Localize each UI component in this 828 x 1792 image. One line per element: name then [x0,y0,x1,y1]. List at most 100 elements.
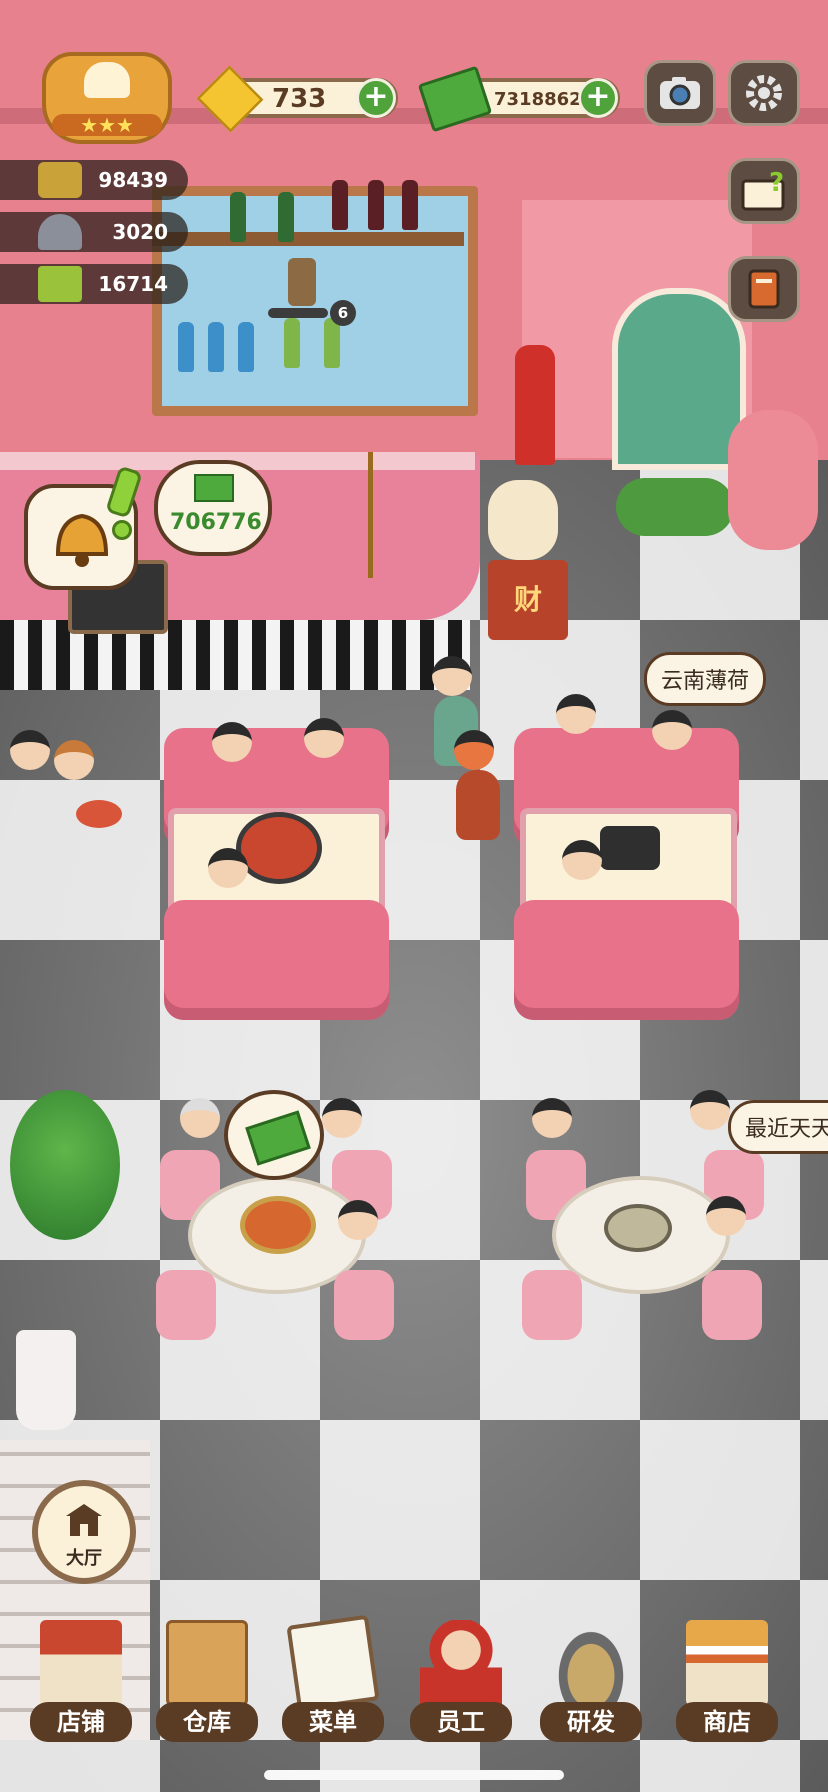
cash-stack-icon [245,1110,311,1166]
nav-label: 菜单 [282,1702,384,1742]
waiter-body [456,770,500,840]
shop-building-icon [40,1620,122,1706]
nav-research[interactable]: 研发 [536,1620,646,1742]
waitress[interactable] [54,740,94,780]
customer[interactable] [562,840,602,880]
customer[interactable] [322,1098,362,1138]
nav-menu[interactable]: 菜单 [278,1614,388,1742]
exclamation-icon [105,465,143,540]
nav-label: 商店 [676,1702,778,1742]
chef-rank-badge[interactable]: ★★★ [42,52,172,144]
wok-research-icon [550,1620,632,1706]
counter-cash-value: 706776 [170,510,262,535]
hall-label: 大厅 [66,1548,102,1569]
customer[interactable] [212,722,252,762]
wine-bottle-icon [332,180,348,230]
stat-served: 3020 [0,212,188,252]
nav-label: 店铺 [30,1702,132,1742]
customer[interactable] [10,730,50,770]
nav-warehouse[interactable]: 仓库 [152,1620,262,1742]
stat-recipes-value: 16714 [98,272,168,296]
stat-tips-value: 98439 [98,168,168,192]
entrance-door[interactable] [612,288,746,470]
help-guide-button[interactable]: ? [728,158,800,224]
blue-bottle-icon [208,322,224,372]
gear-icon [746,75,782,111]
warehouse-boxes-icon [166,1620,248,1706]
cash-collect-bubble[interactable]: 706776 [154,460,272,556]
menu-clipboard-icon [286,1614,380,1712]
nav-label: 仓库 [156,1702,258,1742]
serving-cloche-icon [38,214,82,250]
tip-money-icon [38,162,82,198]
nav-label: 员工 [410,1702,512,1742]
lucky-cat-icon[interactable] [488,480,558,560]
green-bottle-icon [284,318,300,368]
child-customer[interactable] [338,1200,378,1240]
hotpot-icon [236,812,322,884]
stat-recipes: 16714 [0,264,188,304]
wine-bottle-icon [402,180,418,230]
elderly-customer[interactable] [180,1098,220,1138]
customer[interactable] [652,710,692,750]
blue-bottle-icon [238,322,254,372]
drink-count-badge: 6 [330,300,356,326]
chair [522,1270,582,1340]
settings-button[interactable] [728,60,800,126]
green-bottle-icon [278,192,294,242]
home-indicator[interactable] [264,1770,564,1780]
log-book-icon [748,269,780,309]
add-gems-button[interactable]: + [356,78,396,118]
customer[interactable] [556,694,596,734]
gems-value: 733 [272,84,327,114]
teddy-bear-decoration[interactable] [728,410,818,550]
help-book-icon: ? [741,169,785,211]
table-cash-bubble[interactable] [224,1090,324,1180]
wine-bottle-icon [368,180,384,230]
customer[interactable] [532,1098,572,1138]
empty-pot-icon [604,1204,672,1252]
customer-speech-bubble: 云南薄荷 [644,652,767,706]
recipe-book-icon [38,266,82,302]
tiger-hat-waiter[interactable] [454,730,494,770]
camera-button[interactable] [644,60,716,126]
staff-waitress-icon [420,1620,502,1706]
customer[interactable] [690,1090,730,1130]
chair [156,1270,216,1340]
add-cash-button[interactable]: + [578,78,618,118]
green-bottle-icon [324,318,340,368]
stat-tips: 98439 [0,160,188,200]
fortune-box: 财 [488,560,568,640]
cash-stack-icon [194,474,234,502]
green-bottle-icon [230,192,246,242]
chair [334,1270,394,1340]
stat-served-value: 3020 [112,220,168,244]
waitress[interactable] [432,656,472,696]
iced-coffee-icon[interactable] [288,258,316,306]
booth-seat-front [164,900,389,1020]
orders-log-button[interactable] [728,256,800,322]
candelabra-icon [368,452,409,578]
star-rating-icon: ★★★ [52,114,162,136]
nav-store[interactable]: 商店 [672,1620,782,1742]
nav-label: 研发 [540,1702,642,1742]
store-stall-icon [686,1620,768,1706]
nav-staff[interactable]: 员工 [406,1620,516,1742]
chair [702,1270,762,1340]
nav-shop-building[interactable]: 店铺 [26,1620,136,1742]
dish-tray-icon [76,800,122,828]
plant-pot [16,1330,76,1430]
customer[interactable] [208,848,248,888]
customer-speech-bubble: 最近天天 [728,1100,828,1154]
chef-hat-icon [84,62,130,98]
induction-stove-icon [600,826,660,870]
customer[interactable] [304,718,344,758]
svg-text:?: ? [769,169,784,198]
hotpot-icon [240,1196,316,1254]
red-mailbox[interactable] [515,345,555,465]
customer[interactable] [706,1196,746,1236]
green-rug [616,478,734,536]
building-icon [66,1504,102,1536]
hall-button[interactable]: 大厅 [32,1480,136,1584]
bar-shelf [152,232,464,246]
